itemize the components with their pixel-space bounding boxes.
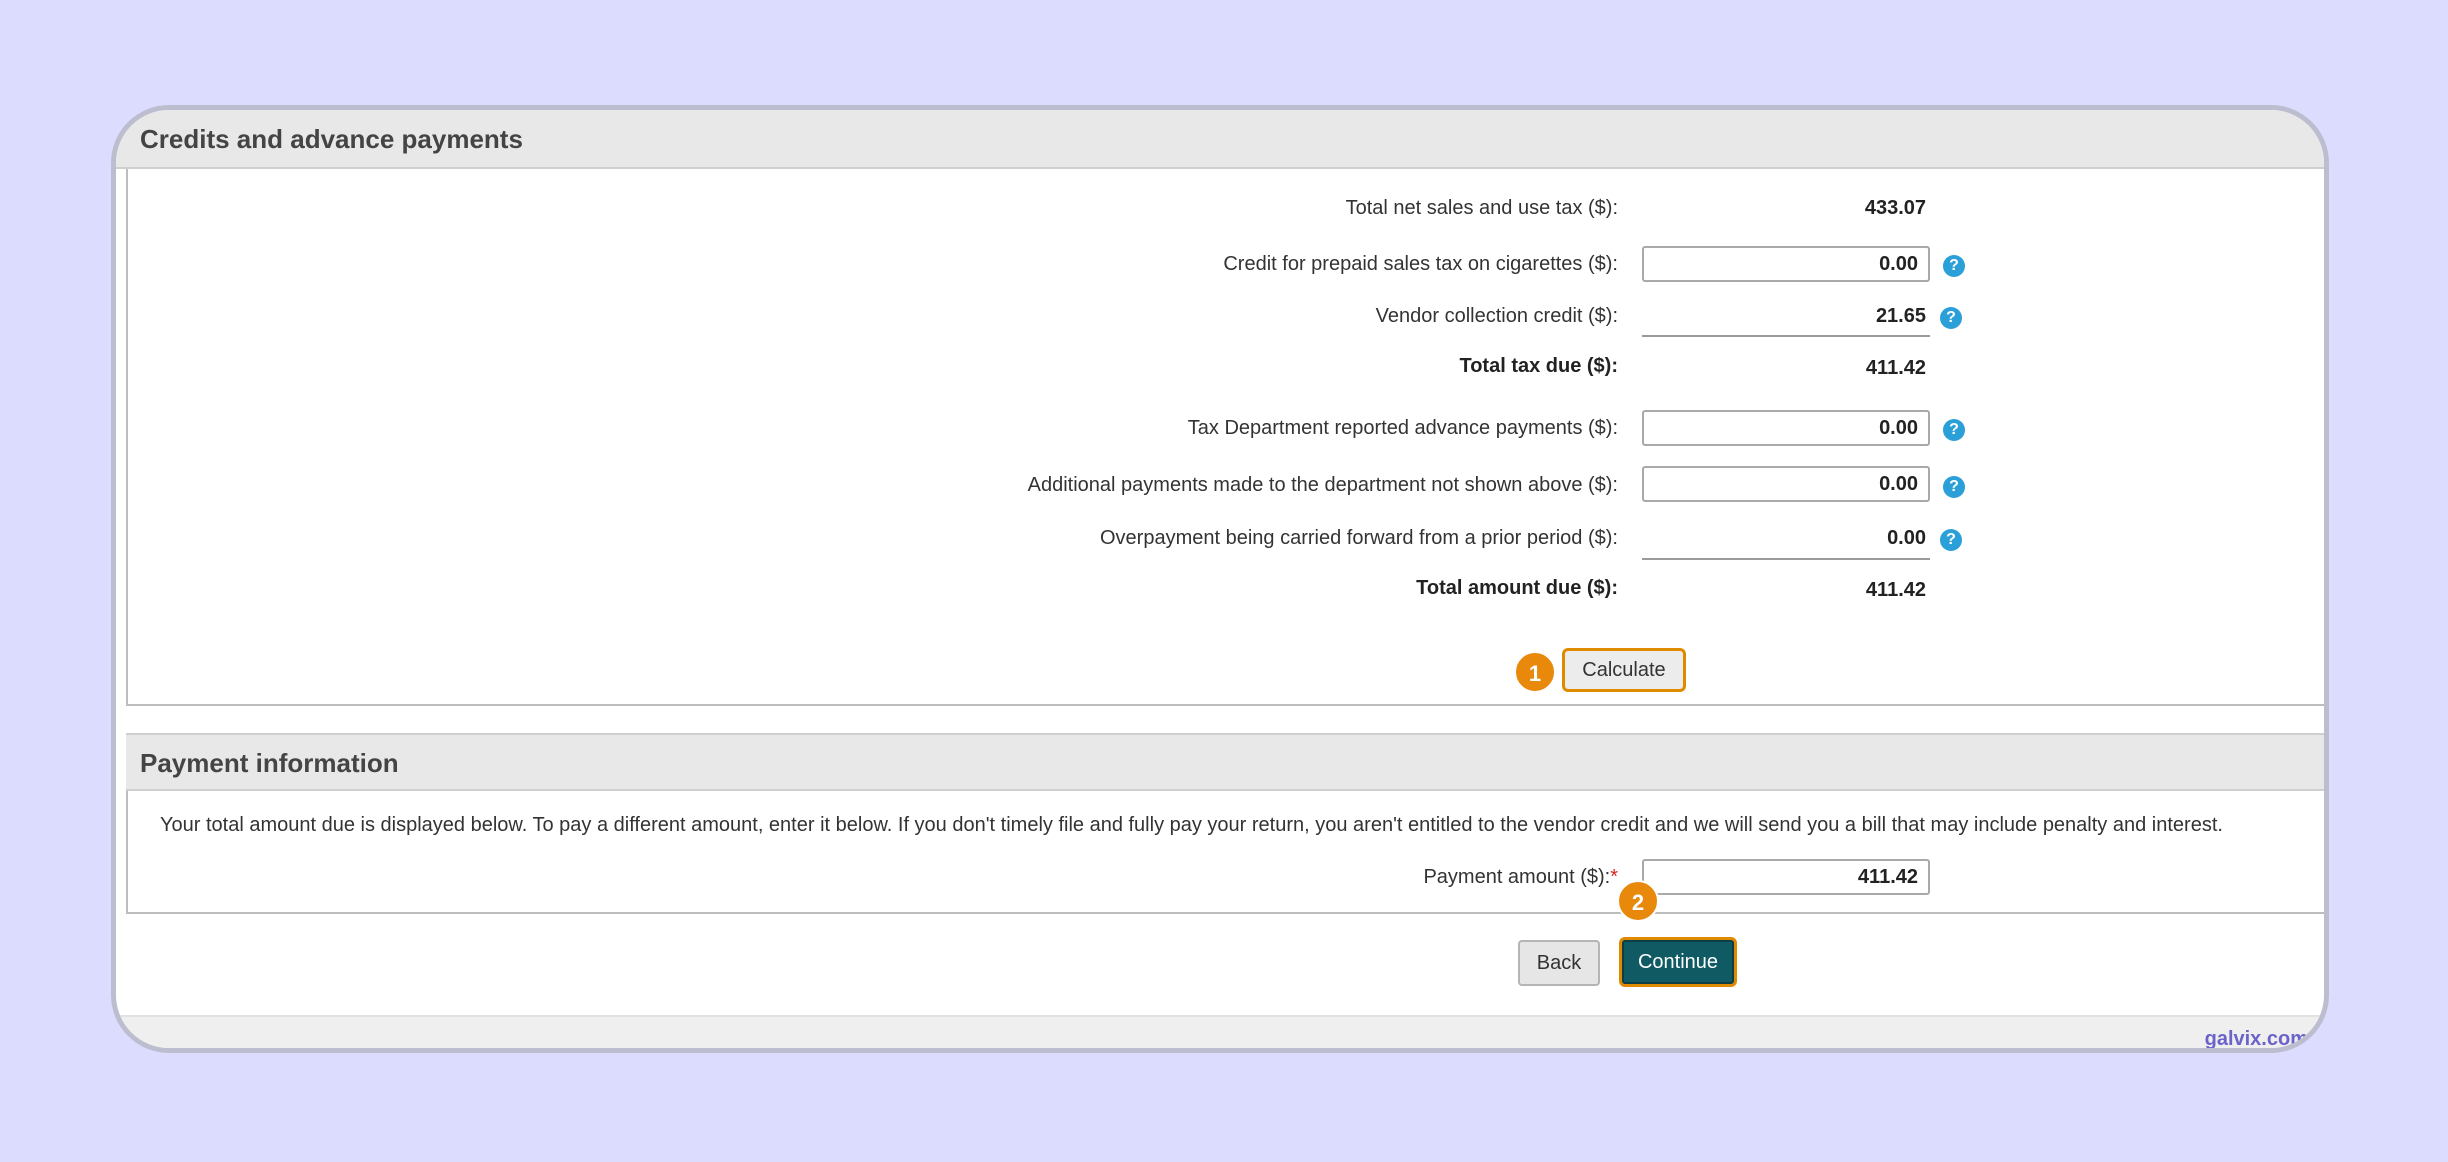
overpayment-value: 0.00 [1887,527,1926,549]
overpayment-label: Overpayment being carried forward from a… [1100,527,1618,549]
back-button[interactable]: Back [1518,940,1600,986]
additional-payments-label: Additional payments made to the departme… [1027,474,1618,496]
payment-amount-input[interactable] [1642,859,1930,895]
calculate-button[interactable]: Calculate [1562,648,1686,692]
cigarettes-help-icon[interactable]: ? [1943,255,1965,277]
overpayment-help-icon[interactable]: ? [1940,529,1962,551]
total-net-sales-label: Total net sales and use tax ($): [1345,197,1618,219]
required-marker: * [1610,866,1618,888]
credits-section-title: Credits and advance payments [140,124,523,154]
footer-bar [116,1015,2324,1048]
additional-payments-input[interactable] [1642,466,1930,502]
additional-payments-help-icon[interactable]: ? [1943,476,1965,498]
credits-section-header: Credits and advance payments [116,110,2324,169]
step-2-badge: 2 [1617,880,1659,922]
total-net-sales-value: 433.07 [1864,197,1926,219]
total-amount-due-label: Total amount due ($): [1416,577,1618,599]
watermark-text: galvix.com [2204,1028,2308,1050]
vendor-credit-help-icon[interactable]: ? [1940,307,1962,329]
vendor-credit-label: Vendor collection credit ($): [1375,305,1618,327]
payment-section-header: Payment information [126,733,2324,791]
advance-payments-input[interactable] [1642,410,1930,446]
payment-section-title: Payment information [140,748,399,778]
total-tax-due-value: 411.42 [1865,357,1926,379]
page-content: Credits and advance payments Total net s… [116,110,2324,1048]
cigarettes-credit-input[interactable] [1642,246,1930,282]
total-tax-due-label: Total tax due ($): [1459,355,1618,377]
payment-section-body: Your total amount due is displayed below… [126,791,2324,914]
total-amount-due-value: 411.42 [1865,579,1926,601]
advance-payments-label: Tax Department reported advance payments… [1187,417,1618,439]
step-1-badge: 1 [1514,651,1556,693]
browser-frame: Credits and advance payments Total net s… [111,105,2329,1053]
cigarettes-credit-label: Credit for prepaid sales tax on cigarett… [1223,253,1618,275]
subtotal-rule [1642,335,1930,337]
vendor-credit-value: 21.65 [1875,305,1926,327]
total-rule [1642,558,1930,560]
credits-section-body: Total net sales and use tax ($): 433.07 … [126,169,2324,706]
payment-amount-label: Payment amount ($):* [1423,866,1618,888]
payment-info-text: Your total amount due is displayed below… [160,814,2223,836]
continue-button[interactable]: Continue [1619,937,1737,987]
advance-payments-help-icon[interactable]: ? [1943,419,1965,441]
